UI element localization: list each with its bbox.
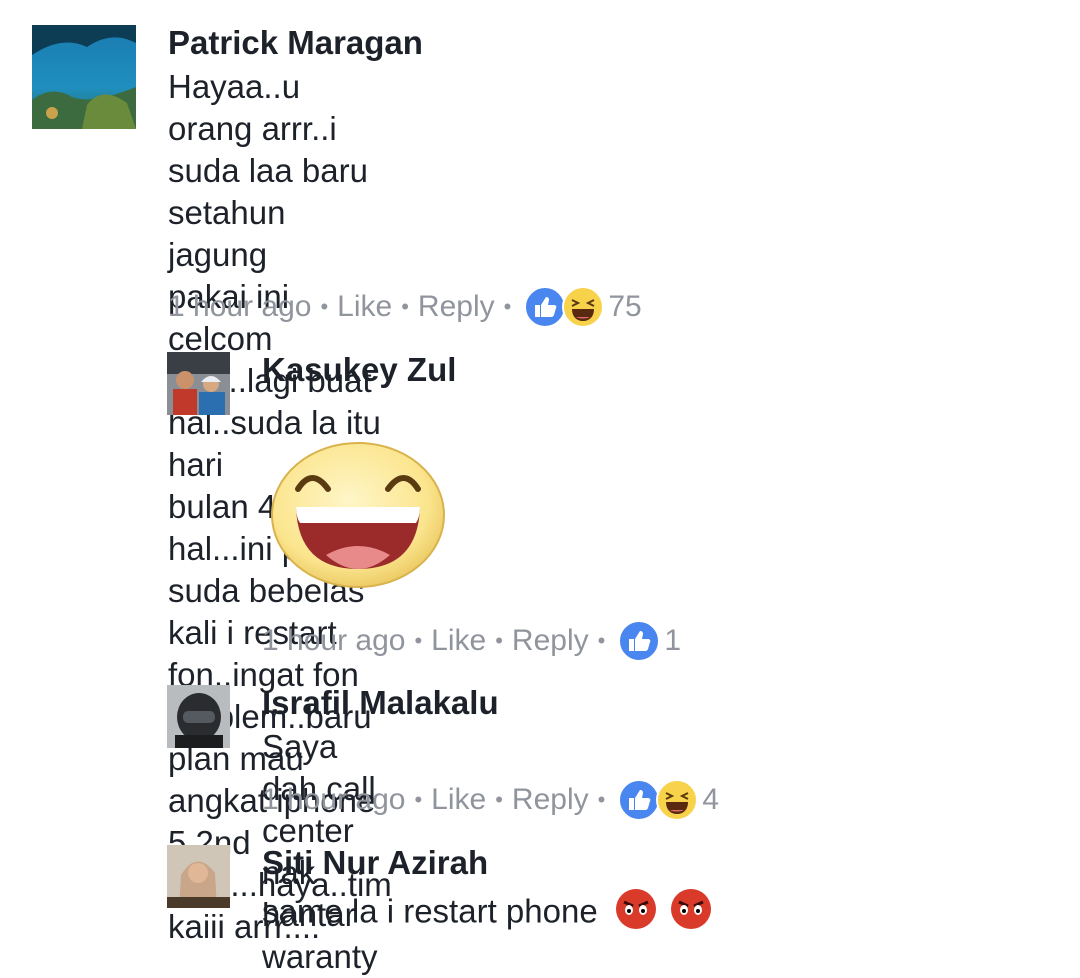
comment-meta: 1 hour ago • Like • Reply • 1 <box>262 620 681 662</box>
comment-meta: 1 hour ago • Like • Reply • 75 <box>168 286 642 328</box>
separator-dot: • <box>597 628 606 653</box>
reaction-count: 75 <box>608 290 642 323</box>
separator-dot: • <box>320 294 329 319</box>
separator-dot: • <box>495 628 503 653</box>
comment-author[interactable]: Patrick Maragan <box>168 24 423 62</box>
like-icon <box>524 286 567 328</box>
haha-icon <box>656 779 699 821</box>
reply-link[interactable]: Reply <box>418 290 495 324</box>
haha-icon <box>562 286 605 328</box>
comment-meta: 1 hour ago • Like • Reply • 4 <box>262 779 719 821</box>
timestamp[interactable]: 1 hour ago <box>168 290 311 324</box>
comment-author[interactable]: Siti Nur Azirah <box>262 844 488 882</box>
separator-dot: • <box>503 294 512 319</box>
reactions[interactable]: 1 <box>618 620 681 662</box>
like-link[interactable]: Like <box>337 290 392 324</box>
separator-dot: • <box>414 628 423 653</box>
avatar[interactable] <box>167 685 230 748</box>
comment-author[interactable]: Israfil Malakalu <box>262 684 499 722</box>
separator-dot: • <box>495 787 503 812</box>
comment-line: Hayaa..u orang arrr..i suda laa baru set… <box>168 68 368 273</box>
separator-dot: • <box>597 787 606 812</box>
reaction-count: 1 <box>664 624 681 657</box>
timestamp[interactable]: 1 hour ago <box>262 624 405 658</box>
comment-author[interactable]: Kasukey Zul <box>262 351 456 389</box>
reaction-count: 4 <box>702 783 719 816</box>
separator-dot: • <box>414 787 423 812</box>
comment-line: same la i restart phone <box>262 892 598 930</box>
like-link[interactable]: Like <box>431 783 486 817</box>
angry-face-icon <box>615 888 657 940</box>
avatar[interactable] <box>167 352 230 415</box>
comment-text: same la i restart phone <box>262 888 712 940</box>
like-icon <box>618 620 661 662</box>
avatar[interactable] <box>32 25 136 129</box>
reply-link[interactable]: Reply <box>512 783 589 817</box>
avatar[interactable] <box>167 845 230 908</box>
timestamp[interactable]: 1 hour ago <box>262 783 405 817</box>
separator-dot: • <box>401 294 409 319</box>
reply-link[interactable]: Reply <box>512 624 589 658</box>
like-icon <box>618 779 661 821</box>
like-link[interactable]: Like <box>431 624 486 658</box>
angry-face-icon <box>670 888 712 940</box>
reactions[interactable]: 4 <box>618 779 719 821</box>
laughing-face-sticker <box>270 437 446 589</box>
reactions[interactable]: 75 <box>524 286 642 328</box>
